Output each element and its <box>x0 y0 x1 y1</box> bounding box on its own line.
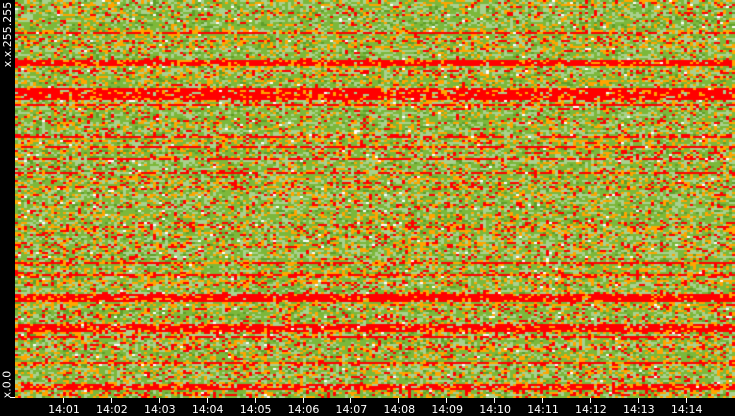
x-tick-label: 14:02 <box>96 403 128 416</box>
x-tick-label: 14:03 <box>143 403 176 416</box>
x-tick-label: 14:06 <box>287 403 320 416</box>
x-tick-label: 14:11 <box>527 403 559 416</box>
heatmap-plot <box>15 0 735 398</box>
x-tick-label: 14:01 <box>48 403 80 416</box>
x-tick-label: 14:08 <box>383 403 416 416</box>
x-tick-label: 14:14 <box>670 403 703 416</box>
x-axis: 14:01 14:02 14:03 14:04 14:05 14:06 14:07 14:08… <box>0 398 735 416</box>
x-tick-label: 14:07 <box>335 403 368 416</box>
x-tick-label: 14:04 <box>191 403 224 416</box>
x-tick-label: 14:10 <box>479 403 511 416</box>
y-tick-label-top: x.x.255.255 <box>1 1 14 68</box>
x-tick-label: 14:12 <box>575 403 607 416</box>
x-tick-label: 14:13 <box>622 403 655 416</box>
x-tick-label: 14:05 <box>239 403 272 416</box>
x-tick-label: 14:09 <box>431 403 464 416</box>
y-axis: x.x.255.255 x.x.0.0 <box>0 0 15 408</box>
